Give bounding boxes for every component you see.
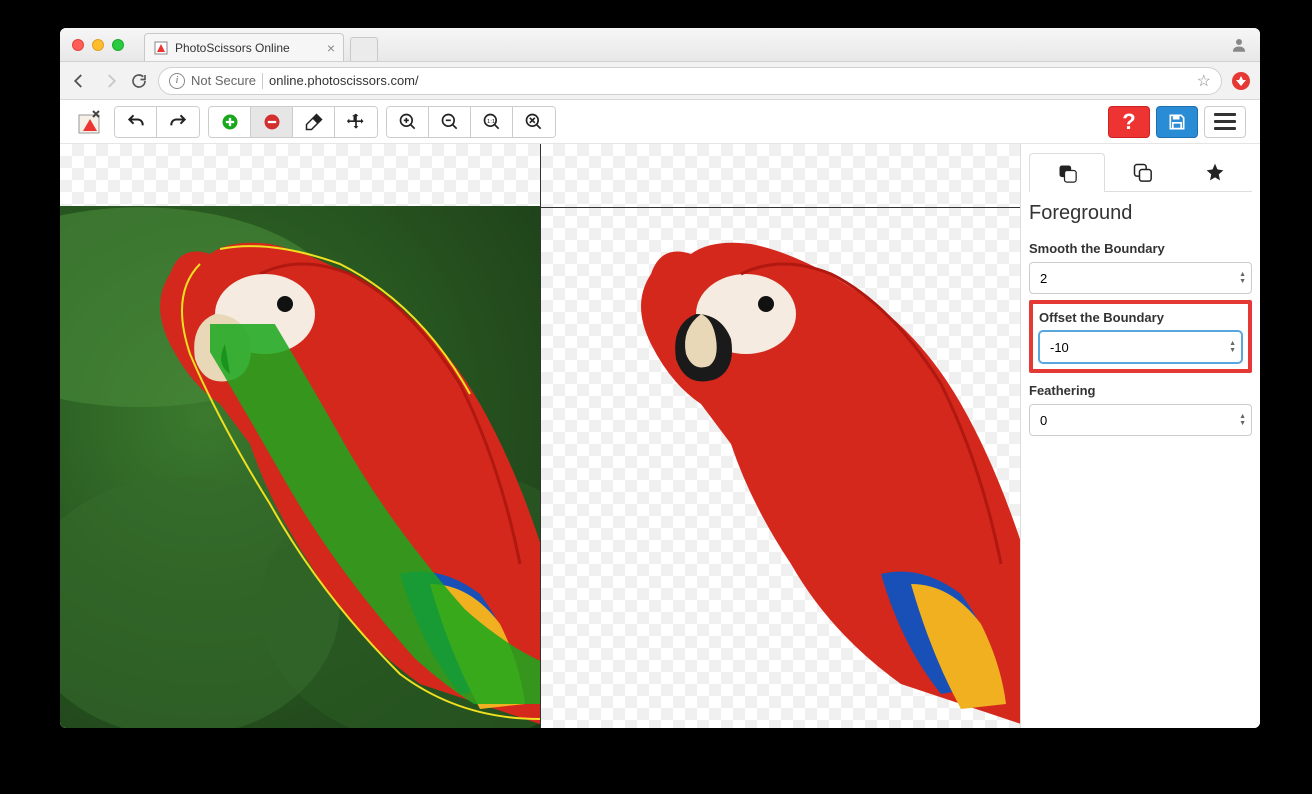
new-tab-button[interactable]: [350, 37, 378, 61]
zoom-in-button[interactable]: [387, 107, 429, 137]
addressbar-row: i Not Secure online.photoscissors.com/ ☆: [60, 62, 1260, 100]
panel-title: Foreground: [1029, 202, 1252, 225]
properties-panel: Foreground Smooth the Boundary ▲▼ Offset…: [1020, 144, 1260, 728]
extension-icon[interactable]: [1232, 72, 1250, 90]
browser-tabs: PhotoScissors Online ×: [144, 28, 378, 61]
canvas-area: [60, 144, 1020, 728]
not-secure-label: Not Secure: [191, 73, 256, 88]
tab-favicon: [153, 40, 169, 56]
tab-close-icon[interactable]: ×: [327, 40, 335, 56]
redo-button[interactable]: [157, 107, 199, 137]
offset-highlight: Offset the Boundary ▲▼: [1029, 300, 1252, 373]
tab-title: PhotoScissors Online: [175, 41, 290, 55]
back-button[interactable]: [70, 72, 88, 90]
panel-tab-background[interactable]: [1105, 152, 1179, 191]
result-canvas[interactable]: [541, 144, 1021, 728]
undo-redo-group: [114, 106, 200, 138]
save-button[interactable]: [1156, 106, 1198, 138]
eraser-button[interactable]: [293, 107, 335, 137]
zoom-actual-button[interactable]: 1:1: [471, 107, 513, 137]
zoom-group: 1:1: [386, 106, 556, 138]
traffic-lights: [60, 39, 124, 51]
offset-input[interactable]: [1039, 331, 1242, 363]
app-logo-icon: [74, 106, 106, 138]
zoom-out-button[interactable]: [429, 107, 471, 137]
window-minimize-button[interactable]: [92, 39, 104, 51]
browser-tab-active[interactable]: PhotoScissors Online ×: [144, 33, 344, 61]
move-button[interactable]: [335, 107, 377, 137]
bookmark-star-icon[interactable]: ☆: [1197, 71, 1211, 91]
site-info-icon[interactable]: i: [169, 73, 185, 89]
url-text: online.photoscissors.com/: [269, 73, 419, 88]
forward-button[interactable]: [102, 72, 120, 90]
main-area: Foreground Smooth the Boundary ▲▼ Offset…: [60, 144, 1260, 728]
panel-tabs: [1029, 152, 1252, 192]
tool-group: [208, 106, 378, 138]
add-foreground-button[interactable]: [209, 107, 251, 137]
mark-background-button[interactable]: [251, 107, 293, 137]
offset-stepper[interactable]: ▲▼: [1229, 340, 1236, 354]
checker-bg-top-right: [541, 144, 1021, 208]
smooth-label: Smooth the Boundary: [1029, 241, 1252, 256]
offset-label: Offset the Boundary: [1039, 310, 1242, 325]
offset-input-wrap: ▲▼: [1039, 331, 1242, 363]
browser-window: PhotoScissors Online × i Not Secure onli…: [60, 28, 1260, 728]
smooth-input-wrap: ▲▼: [1029, 262, 1252, 294]
addressbar[interactable]: i Not Secure online.photoscissors.com/ ☆: [158, 67, 1222, 95]
nav-arrows: [70, 72, 120, 90]
profile-icon[interactable]: [1230, 36, 1248, 54]
app-toolbar: 1:1 ?: [60, 100, 1260, 144]
feathering-label: Feathering: [1029, 383, 1252, 398]
zoom-fit-button[interactable]: [513, 107, 555, 137]
foreground-stroke: [210, 324, 541, 704]
window-close-button[interactable]: [72, 39, 84, 51]
smooth-input[interactable]: [1029, 262, 1252, 294]
reload-button[interactable]: [130, 72, 148, 90]
source-canvas[interactable]: [60, 144, 541, 728]
feathering-input[interactable]: [1029, 404, 1252, 436]
panel-tab-favorites[interactable]: [1178, 152, 1252, 191]
svg-text:1:1: 1:1: [487, 118, 495, 124]
result-parrot: [601, 224, 1021, 724]
feathering-input-wrap: ▲▼: [1029, 404, 1252, 436]
feathering-stepper[interactable]: ▲▼: [1239, 413, 1246, 427]
undo-button[interactable]: [115, 107, 157, 137]
hamburger-menu-button[interactable]: [1204, 106, 1246, 138]
addressbar-divider: [262, 73, 263, 89]
titlebar: PhotoScissors Online ×: [60, 28, 1260, 62]
help-button[interactable]: ?: [1108, 106, 1150, 138]
window-zoom-button[interactable]: [112, 39, 124, 51]
panel-tab-foreground[interactable]: [1029, 153, 1105, 192]
right-buttons: ?: [1108, 106, 1246, 138]
checker-bg-top: [60, 144, 540, 208]
smooth-stepper[interactable]: ▲▼: [1239, 271, 1246, 285]
